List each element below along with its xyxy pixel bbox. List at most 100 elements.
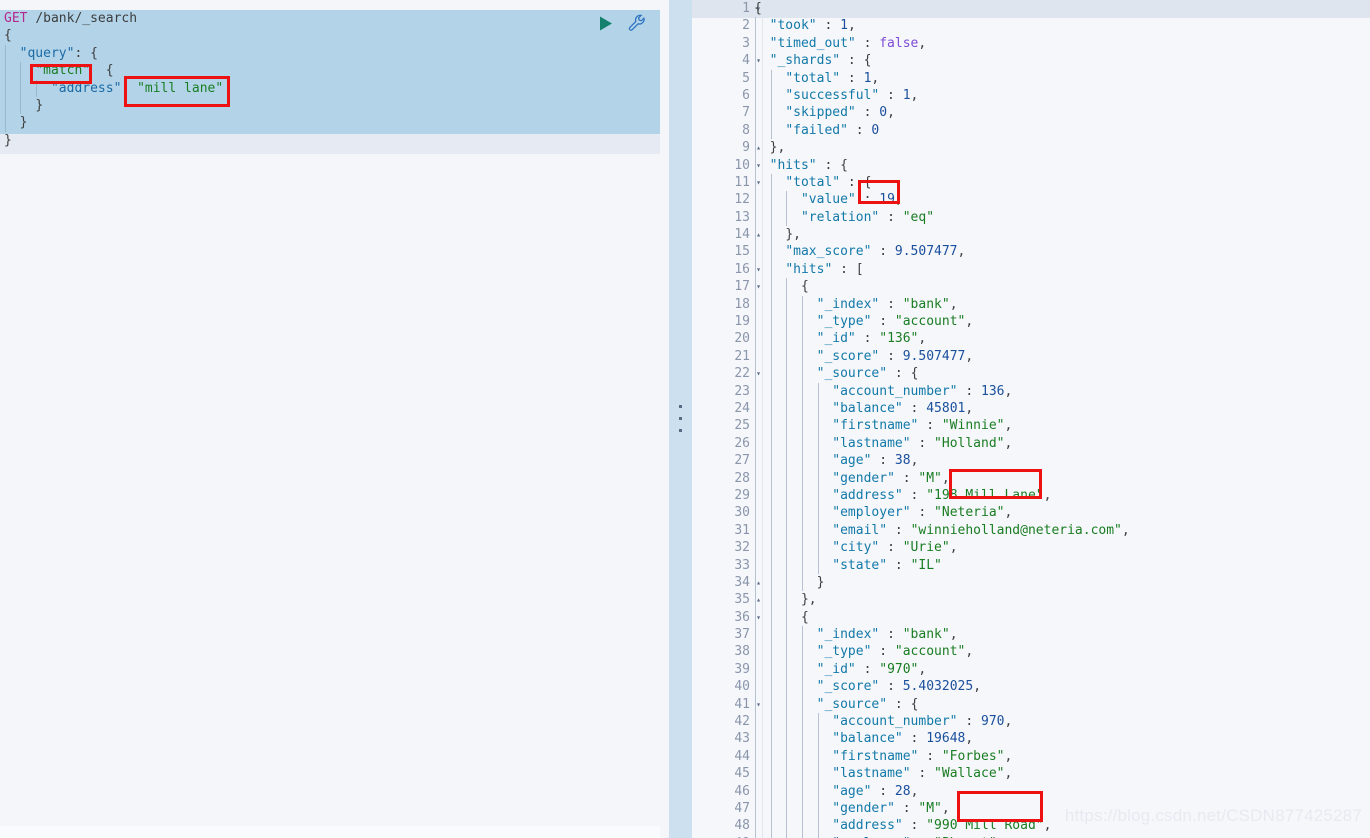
- line-number[interactable]: 28: [692, 470, 754, 487]
- response-line[interactable]: "value" : 19,: [750, 191, 1370, 209]
- line-number[interactable]: 46: [692, 783, 754, 800]
- line-number[interactable]: 7: [692, 104, 754, 121]
- request-line[interactable]: "match" {: [0, 62, 660, 80]
- line-number[interactable]: 42: [692, 713, 754, 730]
- line-number[interactable]: 16 ▾: [692, 261, 761, 278]
- line-number[interactable]: 33: [692, 557, 754, 574]
- response-line[interactable]: "_source" : {: [750, 365, 1370, 383]
- line-number[interactable]: 11 ▾: [692, 174, 761, 191]
- line-number[interactable]: 36 ▾: [692, 609, 761, 626]
- splitter-drag-handle[interactable]: [679, 405, 682, 432]
- response-line[interactable]: "hits" : [: [750, 260, 1370, 279]
- request-editor-pane[interactable]: GET /bank/_search{ "query": { "match" { …: [0, 0, 671, 838]
- line-number[interactable]: 40: [692, 678, 754, 695]
- response-line[interactable]: },: [750, 591, 1370, 609]
- line-number[interactable]: 25: [692, 417, 754, 434]
- line-number[interactable]: 31: [692, 522, 754, 539]
- line-number[interactable]: 26: [692, 435, 754, 452]
- response-line[interactable]: }: [750, 573, 1370, 592]
- response-line[interactable]: "_index" : "bank",: [750, 626, 1370, 644]
- line-number[interactable]: 23: [692, 383, 754, 400]
- response-line[interactable]: "_shards" : {: [750, 52, 1370, 70]
- response-line[interactable]: "relation" : "eq": [750, 208, 1370, 227]
- response-line[interactable]: "age" : 38,: [750, 452, 1370, 470]
- request-line[interactable]: }: [0, 132, 660, 149]
- response-line[interactable]: "lastname" : "Holland",: [750, 434, 1370, 453]
- response-line[interactable]: "address" : "198 Mill Lane",: [750, 486, 1370, 505]
- line-number[interactable]: 41 ▾: [692, 696, 761, 713]
- response-line[interactable]: "total" : {: [750, 173, 1370, 192]
- response-line[interactable]: "hits" : {: [750, 156, 1370, 174]
- line-number[interactable]: 44: [692, 748, 754, 765]
- panel-splitter[interactable]: [660, 0, 692, 838]
- response-line[interactable]: "lastname" : "Wallace",: [750, 765, 1370, 783]
- line-number[interactable]: 48: [692, 817, 754, 834]
- response-viewer-pane[interactable]: 1 ▾ 2 3 4 ▾ 5 6 7 8 9 ▴ 10 ▾ 11 ▾ 12 13 14 ▴ 15 16 ▾ 17 ▾ 18 19 20 2…: [692, 0, 1370, 838]
- response-line[interactable]: "firstname" : "Forbes",: [750, 747, 1370, 766]
- line-number[interactable]: 35 ▴: [692, 591, 761, 608]
- response-line[interactable]: "_source" : {: [750, 695, 1370, 714]
- request-line[interactable]: "address": "mill lane": [0, 79, 660, 97]
- response-line[interactable]: "address" : "990 Mill Road",: [750, 817, 1370, 835]
- request-line[interactable]: }: [0, 114, 660, 132]
- line-number[interactable]: 3: [692, 35, 754, 52]
- line-number[interactable]: 6: [692, 87, 754, 104]
- response-line[interactable]: {: [750, 0, 1370, 17]
- response-line[interactable]: "employer" : "Neteria",: [750, 504, 1370, 522]
- response-line[interactable]: "email" : "winnieholland@neteria.com",: [750, 521, 1370, 540]
- response-line[interactable]: "firstname" : "Winnie",: [750, 417, 1370, 435]
- line-number[interactable]: 27: [692, 452, 754, 469]
- response-line[interactable]: "state" : "IL": [750, 556, 1370, 574]
- request-line[interactable]: GET /bank/_search: [0, 10, 660, 27]
- response-line[interactable]: "_score" : 5.4032025,: [750, 678, 1370, 696]
- response-line[interactable]: {: [750, 608, 1370, 627]
- response-line[interactable]: "timed_out" : false,: [750, 34, 1370, 53]
- response-line[interactable]: "_id" : "970",: [750, 660, 1370, 679]
- response-line-number-gutter[interactable]: 1 ▾ 2 3 4 ▾ 5 6 7 8 9 ▴ 10 ▾ 11 ▾ 12 13 14 ▴ 15 16 ▾ 17 ▾ 18 19 20 2…: [692, 0, 761, 838]
- response-line[interactable]: "_index" : "bank",: [750, 295, 1370, 314]
- response-line[interactable]: },: [750, 139, 1370, 157]
- response-line[interactable]: "max_score" : 9.507477,: [750, 243, 1370, 261]
- request-editor-code[interactable]: GET /bank/_search{ "query": { "match" { …: [0, 10, 660, 149]
- response-line[interactable]: },: [750, 226, 1370, 244]
- response-line[interactable]: "gender" : "M",: [750, 799, 1370, 818]
- response-line[interactable]: "account_number" : 136,: [750, 382, 1370, 400]
- line-number[interactable]: 13: [692, 209, 754, 226]
- response-line[interactable]: "skipped" : 0,: [750, 104, 1370, 122]
- response-line[interactable]: "gender" : "M",: [750, 469, 1370, 487]
- response-line[interactable]: "age" : 28,: [750, 782, 1370, 800]
- response-line[interactable]: "_score" : 9.507477,: [750, 347, 1370, 366]
- line-number[interactable]: 21: [692, 348, 754, 365]
- line-number[interactable]: 29: [692, 487, 754, 504]
- line-number[interactable]: 24: [692, 400, 754, 417]
- line-number[interactable]: 47: [692, 800, 754, 817]
- response-line[interactable]: "balance" : 19648,: [750, 730, 1370, 748]
- response-line[interactable]: "_id" : "136",: [750, 330, 1370, 348]
- response-line[interactable]: {: [750, 278, 1370, 296]
- request-line[interactable]: {: [0, 27, 660, 44]
- response-line[interactable]: "failed" : 0: [750, 121, 1370, 140]
- line-number[interactable]: 19: [692, 313, 754, 330]
- response-line[interactable]: "_type" : "account",: [750, 313, 1370, 331]
- line-number[interactable]: 34 ▴: [692, 574, 761, 591]
- response-line[interactable]: "_type" : "account",: [750, 643, 1370, 661]
- line-number[interactable]: 17 ▾: [692, 278, 761, 295]
- line-number[interactable]: 30: [692, 504, 754, 521]
- line-number[interactable]: 32: [692, 539, 754, 556]
- line-number[interactable]: 4 ▾: [692, 52, 761, 69]
- wrench-icon[interactable]: [628, 14, 646, 32]
- response-line[interactable]: "successful" : 1,: [750, 86, 1370, 105]
- line-number[interactable]: 22 ▾: [692, 365, 761, 382]
- line-number[interactable]: 43: [692, 730, 754, 747]
- line-number[interactable]: 10 ▾: [692, 157, 761, 174]
- response-json-code[interactable]: { "took" : 1, "timed_out" : false, "_sha…: [750, 0, 1370, 838]
- response-line[interactable]: "took" : 1,: [750, 17, 1370, 35]
- line-number[interactable]: 14 ▴: [692, 226, 761, 243]
- line-number[interactable]: 38: [692, 643, 754, 660]
- line-number[interactable]: 45: [692, 765, 754, 782]
- line-number[interactable]: 18: [692, 296, 754, 313]
- line-number[interactable]: 37: [692, 626, 754, 643]
- line-number[interactable]: 39: [692, 661, 754, 678]
- response-line[interactable]: "account_number" : 970,: [750, 713, 1370, 731]
- editor-action-toolbar[interactable]: [597, 14, 646, 32]
